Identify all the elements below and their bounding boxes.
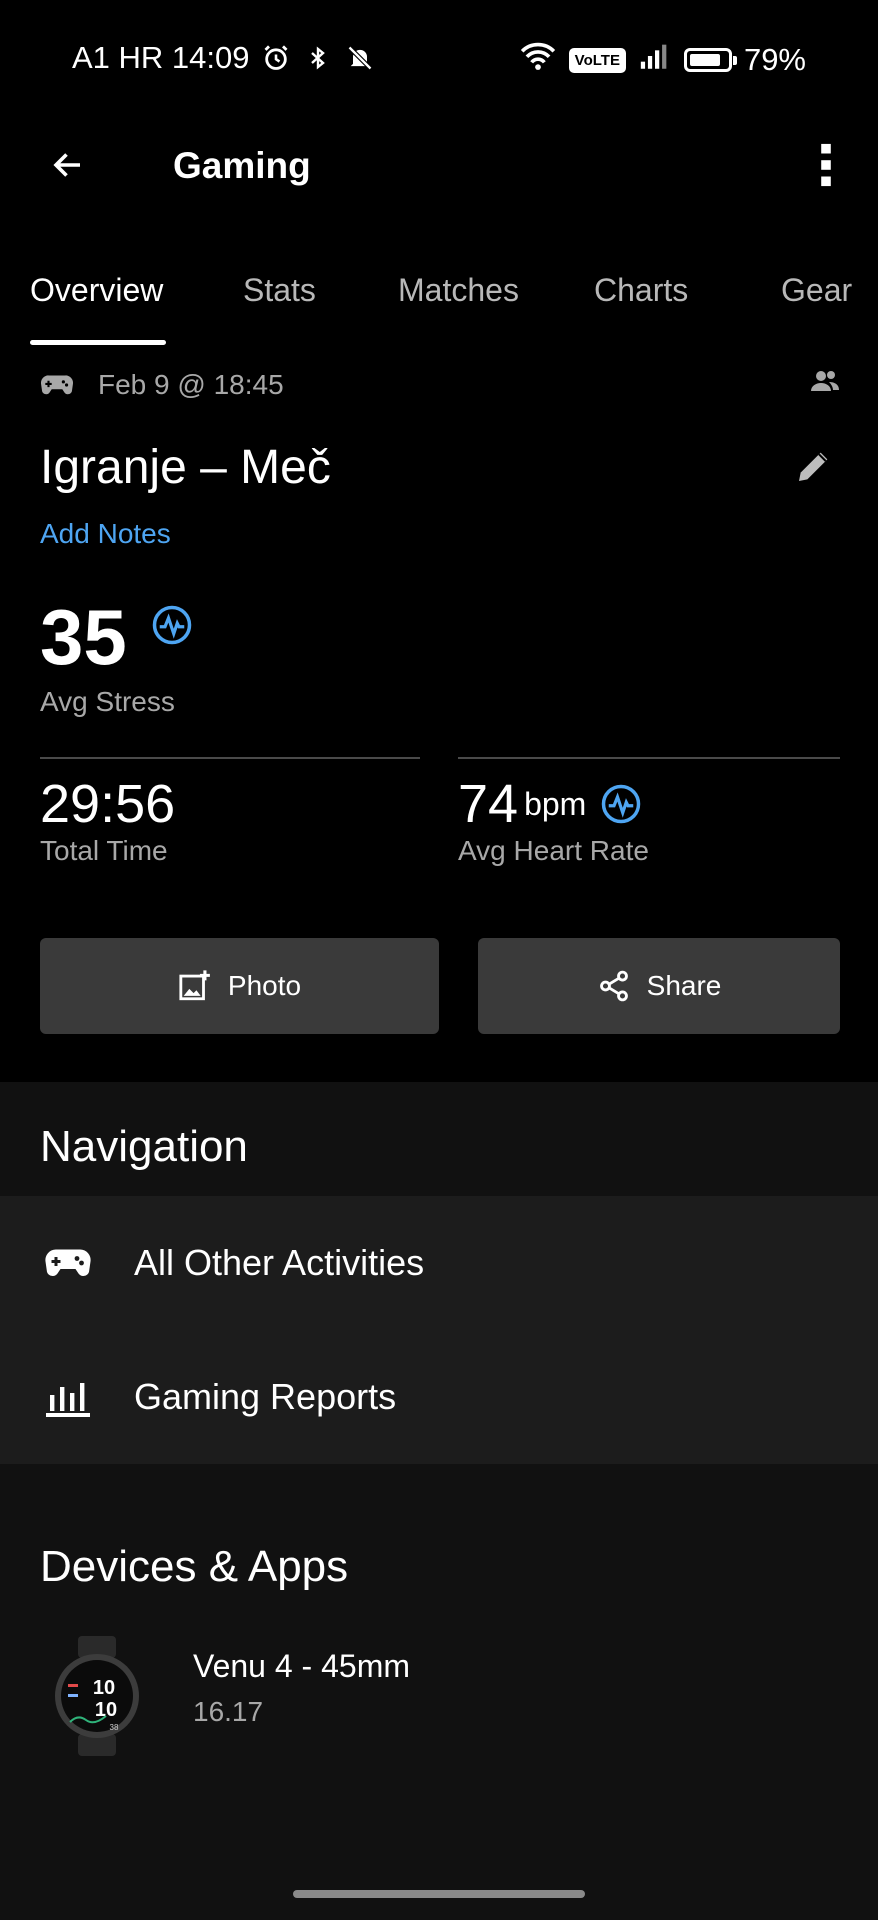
- activity-meta: Feb 9 @ 18:45: [40, 365, 840, 405]
- activity-title: Igranje – Meč: [40, 441, 331, 494]
- watch-date: 38: [110, 1723, 119, 1732]
- device-item[interactable]: 10 10 38 Venu 4 - 45mm 16.17: [0, 1636, 878, 1756]
- battery-fill: [689, 54, 720, 66]
- people-icon[interactable]: [810, 369, 840, 398]
- bar-chart-icon: [42, 1371, 94, 1423]
- status-bar-left: A1 HR 14:09: [72, 40, 376, 76]
- page-title: Gaming: [173, 145, 311, 186]
- heart-rate-label: Avg Heart Rate: [458, 835, 649, 866]
- avg-stress-stat: 35: [40, 592, 193, 682]
- nav-item-label: All Other Activities: [134, 1242, 425, 1283]
- watch-image: 10 10 38: [54, 1636, 140, 1756]
- wifi-icon: [519, 40, 557, 80]
- share-label: Share: [646, 970, 722, 1001]
- tab-gear[interactable]: Gear: [781, 272, 852, 309]
- avg-stress-value: 35: [40, 593, 127, 681]
- silent-bell-icon: [344, 42, 376, 74]
- photo-label: Photo: [227, 970, 302, 1001]
- devices-heading: Devices & Apps: [40, 1542, 349, 1591]
- carrier-time: A1 HR 14:09: [72, 40, 250, 75]
- arrow-left-icon: [53, 153, 80, 177]
- volte-badge: VoLTE: [568, 47, 626, 73]
- tab-bar: Overview Stats Matches Charts Gear: [0, 262, 878, 346]
- heart-rate-info-icon[interactable]: [600, 783, 642, 825]
- tab-charts[interactable]: Charts: [594, 272, 688, 309]
- watch-time-top: 10: [93, 1677, 115, 1699]
- avg-stress-label: Avg Stress: [40, 686, 175, 717]
- more-vert-icon: [821, 143, 831, 187]
- avg-heart-rate-stat: 74 bpm Avg Heart Rate: [458, 773, 649, 867]
- watch-time-bottom: 10: [95, 1699, 117, 1721]
- tab-stats[interactable]: Stats: [243, 272, 316, 309]
- app-bar: Gaming: [0, 110, 878, 220]
- add-photo-button[interactable]: Photo: [40, 938, 439, 1034]
- signal-icon: [638, 41, 672, 79]
- device-version: 16.17: [193, 1696, 264, 1727]
- activity-date: Feb 9 @ 18:45: [98, 369, 284, 400]
- alarm-icon: [260, 42, 292, 74]
- navigation-heading: Navigation: [40, 1122, 248, 1171]
- device-name: Venu 4 - 45mm: [193, 1648, 410, 1684]
- status-bar: A1 HR 14:09 VoLTE 79%: [0, 0, 878, 110]
- back-button[interactable]: [38, 135, 98, 195]
- heart-rate-value: 74: [458, 774, 519, 834]
- nav-item-gaming-reports[interactable]: Gaming Reports: [0, 1330, 878, 1464]
- divider: [40, 757, 420, 759]
- gamepad-icon: [42, 1237, 94, 1289]
- bluetooth-icon: [302, 42, 334, 74]
- tab-indicator: [30, 340, 166, 345]
- tab-matches[interactable]: Matches: [398, 272, 519, 309]
- nav-item-all-other-activities[interactable]: All Other Activities: [0, 1196, 878, 1330]
- pencil-icon: [799, 452, 828, 481]
- add-photo-icon: [179, 970, 210, 1001]
- battery-icon: [683, 48, 737, 72]
- battery-percent: 79%: [743, 42, 806, 77]
- share-button[interactable]: Share: [478, 938, 840, 1034]
- home-indicator[interactable]: [293, 1890, 585, 1898]
- status-bar-right: VoLTE 79%: [519, 40, 806, 80]
- gamepad-icon: [40, 375, 74, 395]
- total-time-value: 29:56: [40, 774, 176, 834]
- navigation-list: All Other Activities Gaming Reports: [0, 1196, 878, 1464]
- total-time-label: Total Time: [40, 835, 168, 866]
- divider: [458, 757, 840, 759]
- total-time-stat: 29:56 Total Time: [40, 773, 175, 867]
- more-options-button[interactable]: [796, 135, 856, 195]
- stress-info-icon[interactable]: [151, 604, 193, 651]
- nav-item-label: Gaming Reports: [134, 1376, 397, 1417]
- edit-title-button[interactable]: [788, 440, 840, 492]
- heart-rate-unit: bpm: [524, 785, 587, 822]
- tab-overview[interactable]: Overview: [30, 272, 163, 309]
- share-icon: [599, 970, 628, 1002]
- add-notes-link[interactable]: Add Notes: [40, 518, 171, 550]
